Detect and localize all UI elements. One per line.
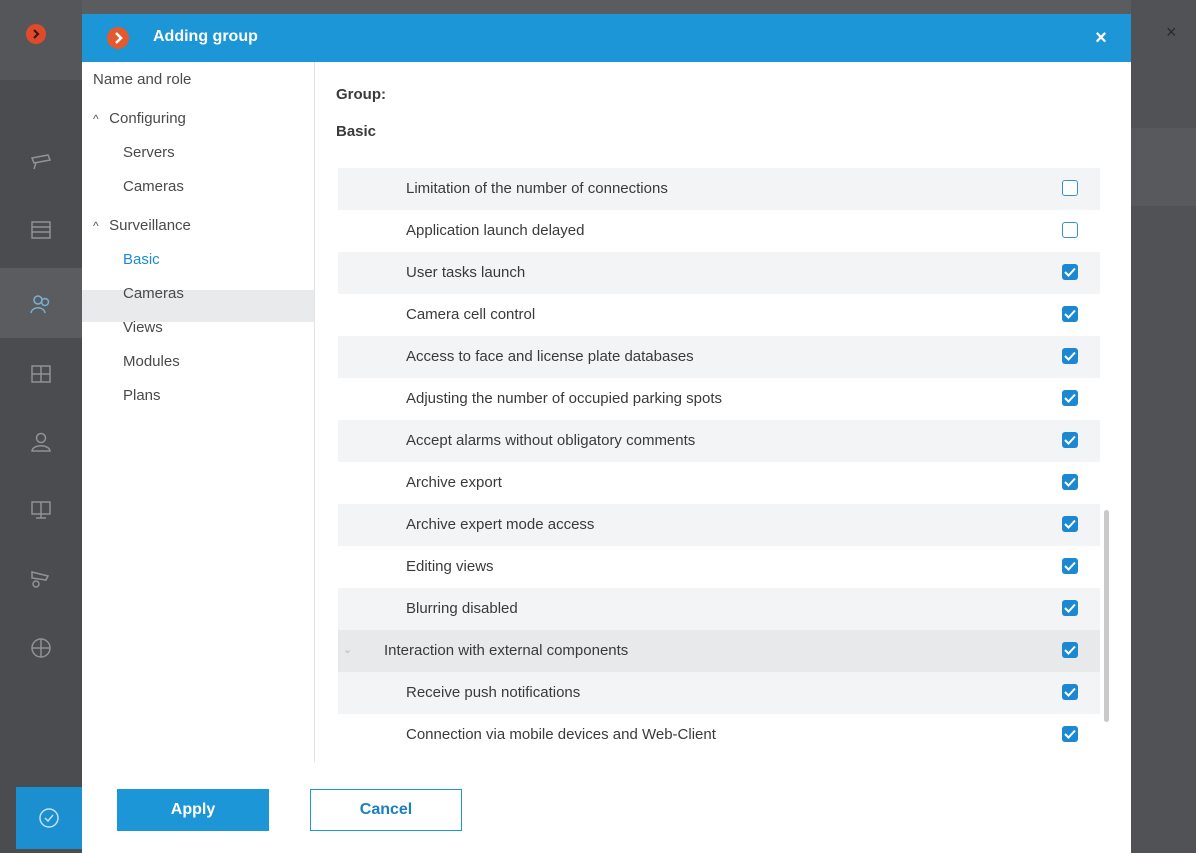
nav-item-basic[interactable]: Basic <box>123 251 160 268</box>
permission-row: Limitation of the number of connections <box>338 168 1100 210</box>
permission-row: Connection via mobile devices and Web-Cl… <box>338 714 1100 744</box>
permission-label: Interaction with external components <box>384 642 629 659</box>
nav-group-surveillance[interactable]: ^ Surveillance <box>93 217 191 234</box>
list-icon[interactable] <box>29 218 53 242</box>
nav-item-modules[interactable]: Modules <box>123 353 180 370</box>
permission-label: Limitation of the number of connections <box>406 180 668 197</box>
permission-checkbox[interactable] <box>1062 180 1078 196</box>
permission-checkbox[interactable] <box>1062 474 1078 490</box>
apply-button[interactable]: Apply <box>117 789 269 831</box>
permissions-list[interactable]: Limitation of the number of connections A… <box>338 168 1100 744</box>
brand-logo-icon <box>107 27 129 49</box>
nav-item-surveillance-cameras[interactable]: Cameras <box>123 285 184 302</box>
nav-item-servers[interactable]: Servers <box>123 144 175 161</box>
permission-checkbox[interactable] <box>1062 432 1078 448</box>
background-band <box>1131 128 1196 206</box>
section-title: Basic <box>336 123 377 140</box>
permission-label: Archive expert mode access <box>406 516 595 533</box>
permission-label: Application launch delayed <box>406 222 585 239</box>
permission-checkbox[interactable] <box>1062 516 1078 532</box>
permission-label: Accept alarms without obligatory comment… <box>406 432 696 449</box>
permission-label: Editing views <box>406 558 494 575</box>
group-settings-nav: Name and role ^ Configuring Servers Came… <box>82 62 315 762</box>
chevron-up-icon: ^ <box>93 112 99 126</box>
permission-checkbox[interactable] <box>1062 726 1078 742</box>
permission-checkbox[interactable] <box>1062 306 1078 322</box>
status-button[interactable] <box>16 787 82 849</box>
permission-row: Archive export <box>338 462 1100 504</box>
scrollbar-thumb[interactable] <box>1104 510 1109 722</box>
cancel-button[interactable]: Cancel <box>310 789 462 831</box>
permission-label: Adjusting the number of occupied parking… <box>406 390 723 407</box>
permission-checkbox[interactable] <box>1062 264 1078 280</box>
permission-row: Editing views <box>338 546 1100 588</box>
permission-label: User tasks launch <box>406 264 526 281</box>
camera-settings-icon[interactable] <box>29 566 53 590</box>
nav-item-name-and-role[interactable]: Name and role <box>93 71 191 88</box>
users-icon[interactable] <box>29 292 53 316</box>
adding-group-dialog: Adding group × Name and role ^ Configuri… <box>82 14 1131 853</box>
background-close-icon[interactable]: × <box>1166 22 1177 43</box>
app-sidebar <box>0 0 82 853</box>
logo-icon <box>26 24 46 44</box>
permissions-panel: Group: Basic Limitation of the number of… <box>318 62 1131 762</box>
group-label: Group: <box>336 86 386 103</box>
nav-item-plans[interactable]: Plans <box>123 387 161 404</box>
nav-group-configuring-label: Configuring <box>109 110 186 127</box>
permission-checkbox[interactable] <box>1062 222 1078 238</box>
nav-item-cameras[interactable]: Cameras <box>123 178 184 195</box>
permission-checkbox[interactable] <box>1062 558 1078 574</box>
chevron-down-icon[interactable]: ⌄ <box>343 643 352 656</box>
permission-row: Application launch delayed <box>338 210 1100 252</box>
permission-row: Adjusting the number of occupied parking… <box>338 378 1100 420</box>
permission-checkbox[interactable] <box>1062 600 1078 616</box>
globe-icon[interactable] <box>29 636 53 660</box>
nav-item-views[interactable]: Views <box>123 319 163 336</box>
nav-group-surveillance-label: Surveillance <box>109 217 191 234</box>
background-panel <box>1131 0 1196 853</box>
permission-label: Access to face and license plate databas… <box>406 348 694 365</box>
layout-icon[interactable] <box>29 362 53 386</box>
permission-checkbox[interactable] <box>1062 642 1078 658</box>
permission-label: Archive export <box>406 474 502 491</box>
permission-label: Camera cell control <box>406 306 536 323</box>
permission-checkbox[interactable] <box>1062 684 1078 700</box>
dialog-title: Adding group <box>153 28 258 45</box>
permission-checkbox[interactable] <box>1062 348 1078 364</box>
permission-row: Receive push notifications <box>338 672 1100 714</box>
dialog-titlebar: Adding group × <box>82 14 1131 62</box>
monitor-icon[interactable] <box>29 498 53 522</box>
permission-row: Archive expert mode access <box>338 504 1100 546</box>
permission-row: User tasks launch <box>338 252 1100 294</box>
permission-section-row: ⌄ Interaction with external components <box>338 630 1100 672</box>
camera-icon[interactable] <box>29 150 53 174</box>
permission-checkbox[interactable] <box>1062 390 1078 406</box>
user-icon[interactable] <box>29 430 53 454</box>
chevron-up-icon: ^ <box>93 219 99 233</box>
permission-row: Camera cell control <box>338 294 1100 336</box>
nav-group-configuring[interactable]: ^ Configuring <box>93 110 186 127</box>
permission-label: Blurring disabled <box>406 600 518 617</box>
close-button[interactable]: × <box>1087 24 1115 52</box>
permission-row: Accept alarms without obligatory comment… <box>338 420 1100 462</box>
permission-label: Connection via mobile devices and Web-Cl… <box>406 726 716 743</box>
check-circle-icon <box>39 808 59 828</box>
nav-selection-highlight <box>82 290 314 322</box>
permission-row: Access to face and license plate databas… <box>338 336 1100 378</box>
permission-row: Blurring disabled <box>338 588 1100 630</box>
permission-label: Receive push notifications <box>406 684 581 701</box>
